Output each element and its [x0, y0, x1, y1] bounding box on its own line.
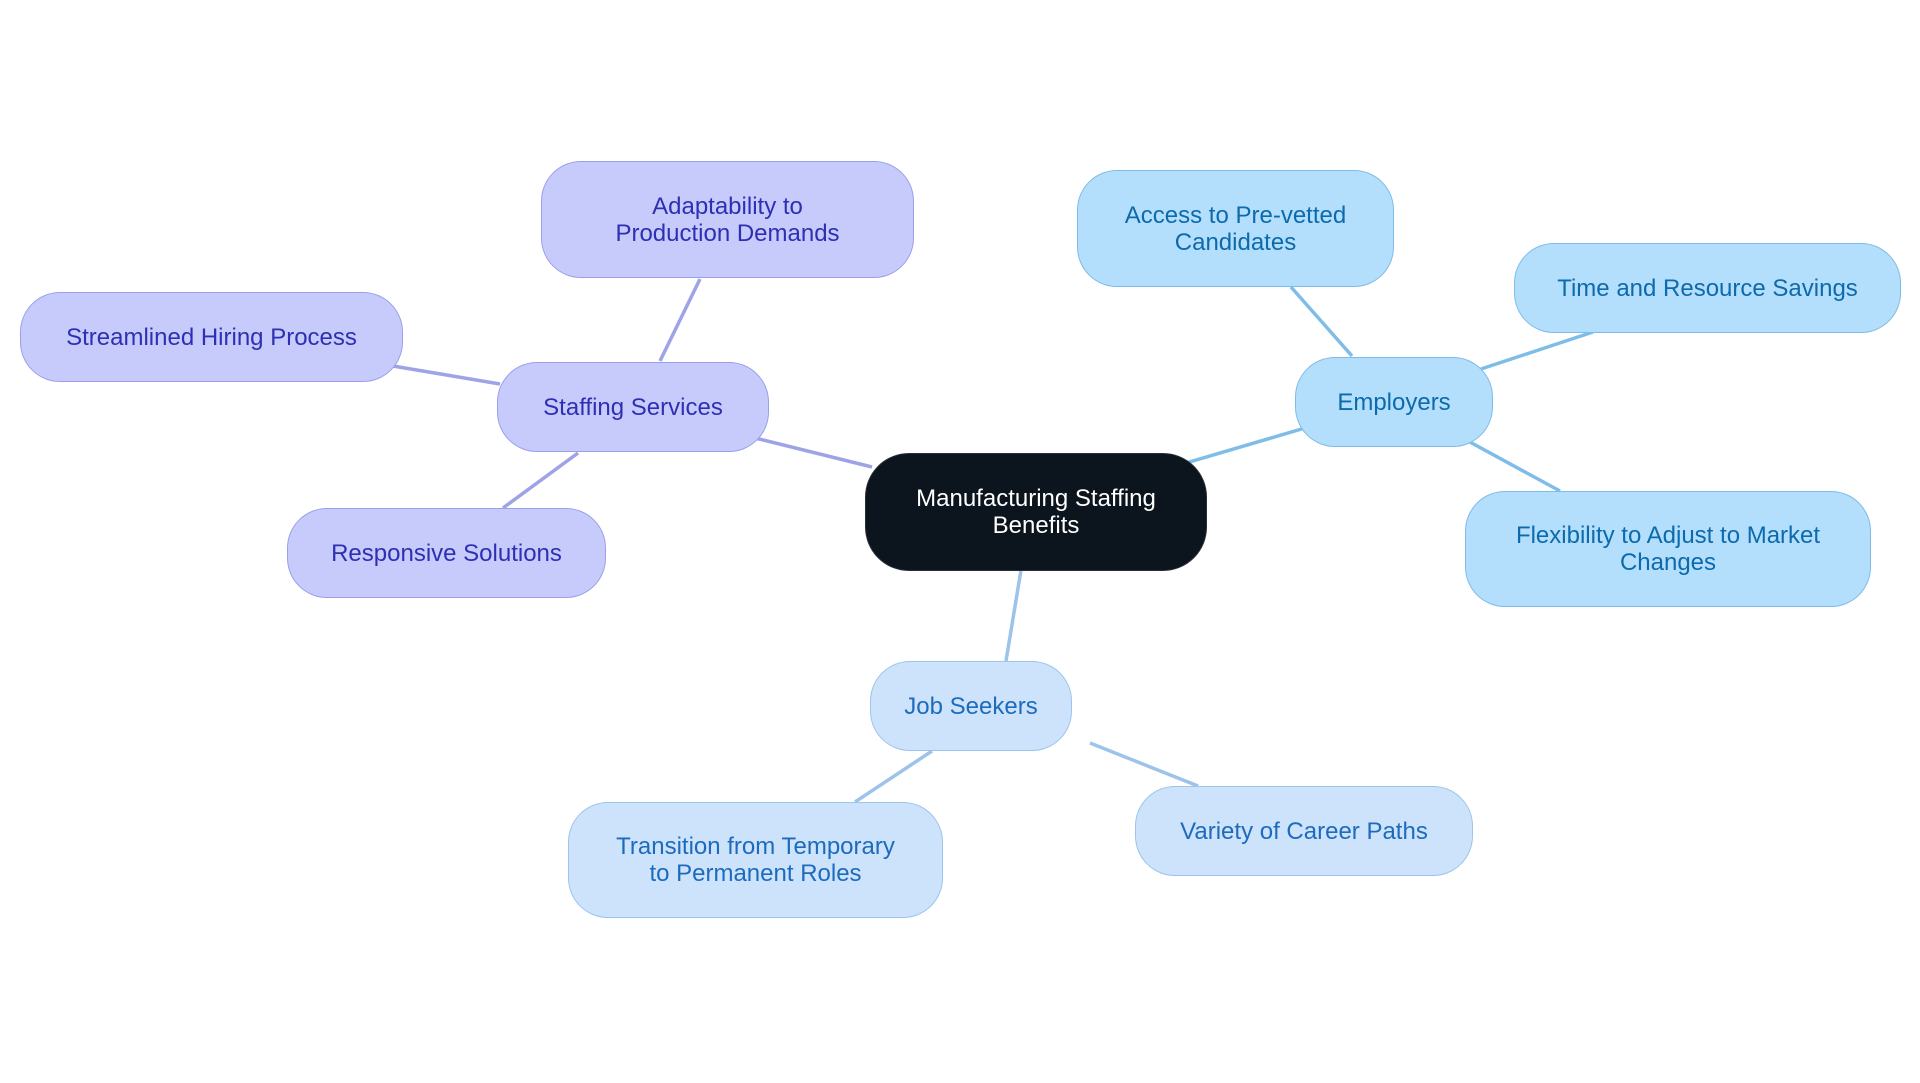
node-label: Adaptability to Production Demands [615, 192, 840, 247]
node-staffing-services[interactable]: Staffing Services [497, 362, 769, 452]
node-responsive-solutions[interactable]: Responsive Solutions [287, 508, 606, 598]
edge-employers-access [1289, 285, 1354, 358]
node-adaptability[interactable]: Adaptability to Production Demands [541, 161, 914, 278]
node-label: Staffing Services [543, 393, 723, 421]
node-employers[interactable]: Employers [1295, 357, 1493, 447]
root-node[interactable]: Manufacturing Staffing Benefits [865, 453, 1207, 571]
edge-jobseekers-transition [854, 749, 933, 804]
node-job-seekers[interactable]: Job Seekers [870, 661, 1072, 751]
node-flexibility[interactable]: Flexibility to Adjust to Market Changes [1465, 491, 1871, 607]
edge-root-staffing [754, 436, 873, 469]
edge-staffing-adaptability [658, 278, 702, 362]
node-label: Time and Resource Savings [1557, 274, 1858, 302]
node-label: Access to Pre-vetted Candidates [1124, 201, 1347, 256]
node-transition-roles[interactable]: Transition from Temporary to Permanent R… [568, 802, 943, 918]
edge-employers-time [1480, 330, 1594, 371]
node-streamlined-hiring[interactable]: Streamlined Hiring Process [20, 292, 403, 382]
edge-staffing-responsive [501, 451, 580, 510]
node-label: Employers [1337, 388, 1451, 416]
edge-jobseekers-variety [1089, 741, 1199, 788]
root-node-label: Manufacturing Staffing Benefits [916, 485, 1156, 539]
edge-root-jobseekers [1004, 569, 1023, 662]
node-label: Transition from Temporary to Permanent R… [616, 833, 895, 887]
node-label: Job Seekers [904, 692, 1038, 720]
edge-staffing-streamlined [392, 364, 501, 386]
node-label: Responsive Solutions [331, 539, 562, 567]
node-variety-careers[interactable]: Variety of Career Paths [1135, 786, 1473, 876]
edge-employers-flexibility [1467, 439, 1561, 493]
node-label: Streamlined Hiring Process [66, 323, 357, 351]
node-time-savings[interactable]: Time and Resource Savings [1514, 243, 1901, 333]
edge-root-employers [1185, 426, 1306, 465]
node-label: Variety of Career Paths [1180, 817, 1428, 845]
node-access-candidates[interactable]: Access to Pre-vetted Candidates [1077, 170, 1394, 287]
node-label: Flexibility to Adjust to Market Changes [1515, 522, 1821, 576]
